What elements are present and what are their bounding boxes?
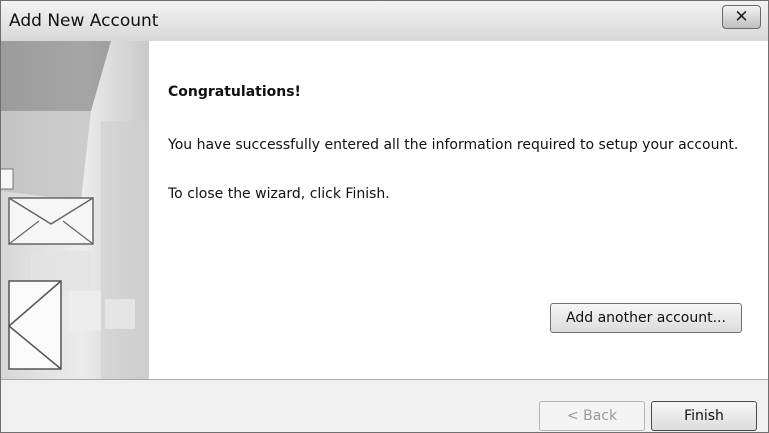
add-account-dialog: Add New Account ✕ Congratulations! You h…	[0, 0, 769, 433]
wizard-content: Congratulations! You have successfully e…	[1, 41, 768, 379]
congratulations-heading: Congratulations!	[168, 84, 301, 100]
finish-button[interactable]: Finish	[651, 401, 757, 431]
close-instruction: To close the wizard, click Finish.	[168, 186, 390, 202]
close-button[interactable]: ✕	[722, 5, 761, 29]
title-bar: Add New Account ✕	[1, 1, 768, 41]
back-button[interactable]: < Back	[539, 401, 645, 431]
window-title: Add New Account	[9, 11, 159, 31]
envelope-graphic-icon	[1, 41, 149, 379]
wizard-footer: < Back Finish	[1, 380, 768, 432]
success-message: You have successfully entered all the in…	[168, 137, 739, 153]
wizard-banner	[1, 41, 149, 379]
add-another-account-button[interactable]: Add another account...	[550, 303, 742, 333]
close-icon: ✕	[734, 7, 749, 27]
